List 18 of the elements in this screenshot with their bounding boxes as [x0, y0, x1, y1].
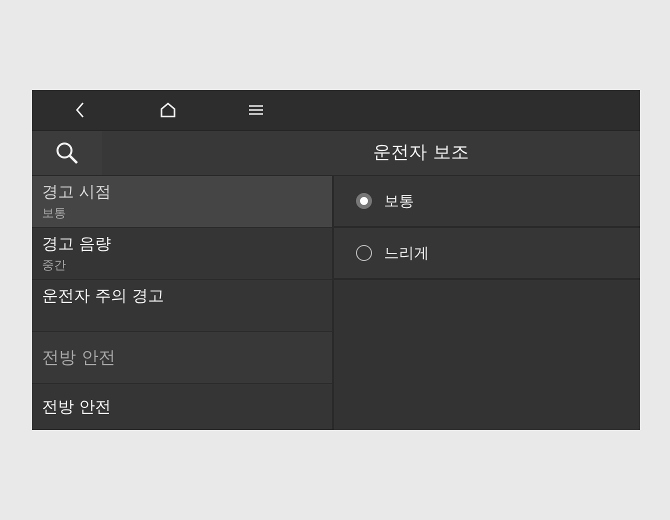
search-icon — [55, 141, 79, 165]
search-button[interactable] — [32, 131, 102, 175]
item-label: 경고 시점 — [42, 181, 112, 203]
section-header: 전방 안전 — [32, 332, 332, 384]
sidebar-item[interactable]: 경고 시점 보통 — [32, 176, 332, 228]
item-value: 중간 — [42, 257, 67, 274]
back-icon — [75, 102, 85, 118]
item-label: 전방 안전 — [42, 396, 112, 418]
home-icon — [160, 102, 176, 118]
item-value: 보통 — [42, 205, 67, 222]
item-label: 경고 음량 — [42, 233, 112, 255]
radio-button[interactable] — [356, 193, 372, 209]
radio-button[interactable] — [356, 245, 372, 261]
option-label: 보통 — [384, 192, 414, 210]
menu-icon — [249, 104, 263, 116]
page-title: 운전자 보조 — [372, 141, 470, 165]
option-label: 느리게 — [384, 244, 429, 262]
item-label: 운전자 주의 경고 — [42, 285, 166, 307]
